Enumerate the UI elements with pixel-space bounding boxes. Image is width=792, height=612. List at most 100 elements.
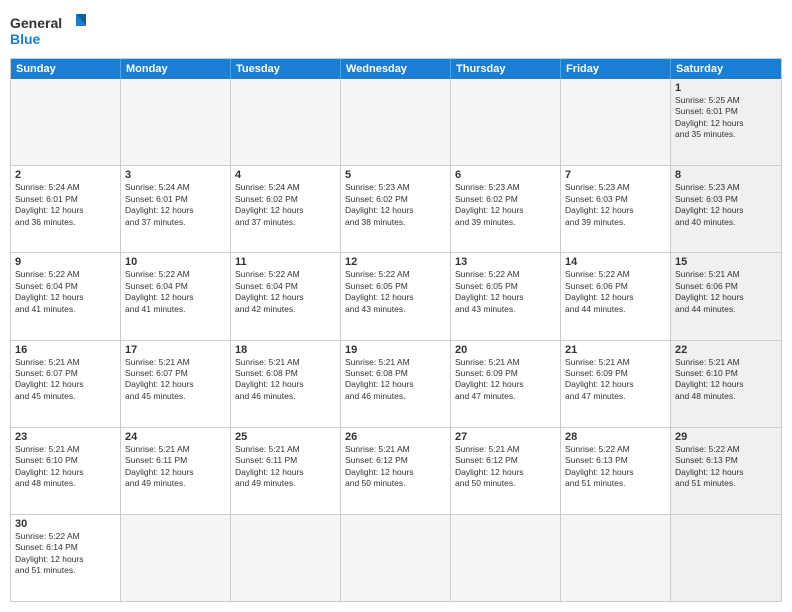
calendar-cell: 5Sunrise: 5:23 AM Sunset: 6:02 PM Daylig…	[341, 166, 451, 252]
weekday-header: Saturday	[671, 59, 781, 79]
calendar-cell: 12Sunrise: 5:22 AM Sunset: 6:05 PM Dayli…	[341, 253, 451, 339]
calendar-cell	[341, 515, 451, 601]
calendar-cell: 13Sunrise: 5:22 AM Sunset: 6:05 PM Dayli…	[451, 253, 561, 339]
calendar-row: 2Sunrise: 5:24 AM Sunset: 6:01 PM Daylig…	[11, 165, 781, 252]
day-number: 16	[15, 344, 116, 356]
day-number: 4	[235, 169, 336, 181]
calendar-cell: 4Sunrise: 5:24 AM Sunset: 6:02 PM Daylig…	[231, 166, 341, 252]
logo: General Blue	[10, 10, 90, 50]
day-info: Sunrise: 5:24 AM Sunset: 6:01 PM Dayligh…	[125, 182, 226, 228]
calendar-cell: 30Sunrise: 5:22 AM Sunset: 6:14 PM Dayli…	[11, 515, 121, 601]
day-info: Sunrise: 5:22 AM Sunset: 6:05 PM Dayligh…	[345, 269, 446, 315]
calendar-cell: 17Sunrise: 5:21 AM Sunset: 6:07 PM Dayli…	[121, 341, 231, 427]
calendar-cell	[121, 515, 231, 601]
calendar-cell: 11Sunrise: 5:22 AM Sunset: 6:04 PM Dayli…	[231, 253, 341, 339]
logo-icon: General Blue	[10, 10, 90, 50]
svg-text:Blue: Blue	[10, 31, 41, 47]
calendar-cell: 6Sunrise: 5:23 AM Sunset: 6:02 PM Daylig…	[451, 166, 561, 252]
day-info: Sunrise: 5:21 AM Sunset: 6:06 PM Dayligh…	[675, 269, 777, 315]
day-info: Sunrise: 5:24 AM Sunset: 6:01 PM Dayligh…	[15, 182, 116, 228]
day-number: 10	[125, 256, 226, 268]
day-info: Sunrise: 5:21 AM Sunset: 6:08 PM Dayligh…	[235, 357, 336, 403]
calendar-cell	[121, 79, 231, 165]
day-info: Sunrise: 5:25 AM Sunset: 6:01 PM Dayligh…	[675, 95, 777, 141]
calendar-cell: 22Sunrise: 5:21 AM Sunset: 6:10 PM Dayli…	[671, 341, 781, 427]
calendar-cell	[451, 515, 561, 601]
calendar-cell: 26Sunrise: 5:21 AM Sunset: 6:12 PM Dayli…	[341, 428, 451, 514]
day-number: 27	[455, 431, 556, 443]
calendar-cell: 19Sunrise: 5:21 AM Sunset: 6:08 PM Dayli…	[341, 341, 451, 427]
day-info: Sunrise: 5:22 AM Sunset: 6:04 PM Dayligh…	[125, 269, 226, 315]
page: General Blue SundayMondayTuesdayWednesda…	[0, 0, 792, 612]
calendar-cell: 15Sunrise: 5:21 AM Sunset: 6:06 PM Dayli…	[671, 253, 781, 339]
day-number: 21	[565, 344, 666, 356]
day-info: Sunrise: 5:21 AM Sunset: 6:07 PM Dayligh…	[125, 357, 226, 403]
calendar-cell: 9Sunrise: 5:22 AM Sunset: 6:04 PM Daylig…	[11, 253, 121, 339]
calendar-cell: 23Sunrise: 5:21 AM Sunset: 6:10 PM Dayli…	[11, 428, 121, 514]
calendar-cell: 2Sunrise: 5:24 AM Sunset: 6:01 PM Daylig…	[11, 166, 121, 252]
calendar-cell: 20Sunrise: 5:21 AM Sunset: 6:09 PM Dayli…	[451, 341, 561, 427]
day-info: Sunrise: 5:21 AM Sunset: 6:09 PM Dayligh…	[565, 357, 666, 403]
calendar-cell: 16Sunrise: 5:21 AM Sunset: 6:07 PM Dayli…	[11, 341, 121, 427]
day-number: 26	[345, 431, 446, 443]
calendar-cell: 1Sunrise: 5:25 AM Sunset: 6:01 PM Daylig…	[671, 79, 781, 165]
day-number: 19	[345, 344, 446, 356]
day-number: 12	[345, 256, 446, 268]
day-info: Sunrise: 5:23 AM Sunset: 6:03 PM Dayligh…	[565, 182, 666, 228]
day-info: Sunrise: 5:22 AM Sunset: 6:06 PM Dayligh…	[565, 269, 666, 315]
calendar-row: 16Sunrise: 5:21 AM Sunset: 6:07 PM Dayli…	[11, 340, 781, 427]
calendar-row: 30Sunrise: 5:22 AM Sunset: 6:14 PM Dayli…	[11, 514, 781, 601]
calendar: SundayMondayTuesdayWednesdayThursdayFrid…	[10, 58, 782, 602]
day-number: 23	[15, 431, 116, 443]
calendar-cell: 14Sunrise: 5:22 AM Sunset: 6:06 PM Dayli…	[561, 253, 671, 339]
day-info: Sunrise: 5:22 AM Sunset: 6:05 PM Dayligh…	[455, 269, 556, 315]
calendar-cell: 3Sunrise: 5:24 AM Sunset: 6:01 PM Daylig…	[121, 166, 231, 252]
calendar-cell	[561, 515, 671, 601]
day-number: 7	[565, 169, 666, 181]
day-info: Sunrise: 5:21 AM Sunset: 6:11 PM Dayligh…	[125, 444, 226, 490]
calendar-cell	[231, 515, 341, 601]
day-number: 24	[125, 431, 226, 443]
day-info: Sunrise: 5:21 AM Sunset: 6:12 PM Dayligh…	[345, 444, 446, 490]
day-number: 14	[565, 256, 666, 268]
day-info: Sunrise: 5:21 AM Sunset: 6:12 PM Dayligh…	[455, 444, 556, 490]
day-number: 28	[565, 431, 666, 443]
calendar-body: 1Sunrise: 5:25 AM Sunset: 6:01 PM Daylig…	[11, 79, 781, 601]
day-info: Sunrise: 5:22 AM Sunset: 6:13 PM Dayligh…	[565, 444, 666, 490]
day-number: 9	[15, 256, 116, 268]
day-info: Sunrise: 5:23 AM Sunset: 6:02 PM Dayligh…	[455, 182, 556, 228]
day-number: 5	[345, 169, 446, 181]
day-info: Sunrise: 5:24 AM Sunset: 6:02 PM Dayligh…	[235, 182, 336, 228]
day-info: Sunrise: 5:23 AM Sunset: 6:03 PM Dayligh…	[675, 182, 777, 228]
day-info: Sunrise: 5:22 AM Sunset: 6:04 PM Dayligh…	[235, 269, 336, 315]
weekday-header: Tuesday	[231, 59, 341, 79]
day-info: Sunrise: 5:21 AM Sunset: 6:10 PM Dayligh…	[675, 357, 777, 403]
day-number: 29	[675, 431, 777, 443]
day-number: 11	[235, 256, 336, 268]
day-info: Sunrise: 5:21 AM Sunset: 6:08 PM Dayligh…	[345, 357, 446, 403]
day-number: 6	[455, 169, 556, 181]
day-number: 2	[15, 169, 116, 181]
calendar-cell: 25Sunrise: 5:21 AM Sunset: 6:11 PM Dayli…	[231, 428, 341, 514]
weekday-header: Monday	[121, 59, 231, 79]
day-info: Sunrise: 5:23 AM Sunset: 6:02 PM Dayligh…	[345, 182, 446, 228]
day-info: Sunrise: 5:21 AM Sunset: 6:11 PM Dayligh…	[235, 444, 336, 490]
svg-text:General: General	[10, 15, 62, 31]
day-info: Sunrise: 5:21 AM Sunset: 6:07 PM Dayligh…	[15, 357, 116, 403]
calendar-cell: 29Sunrise: 5:22 AM Sunset: 6:13 PM Dayli…	[671, 428, 781, 514]
day-number: 18	[235, 344, 336, 356]
calendar-row: 1Sunrise: 5:25 AM Sunset: 6:01 PM Daylig…	[11, 79, 781, 165]
day-number: 22	[675, 344, 777, 356]
calendar-cell: 21Sunrise: 5:21 AM Sunset: 6:09 PM Dayli…	[561, 341, 671, 427]
calendar-cell: 8Sunrise: 5:23 AM Sunset: 6:03 PM Daylig…	[671, 166, 781, 252]
day-info: Sunrise: 5:21 AM Sunset: 6:09 PM Dayligh…	[455, 357, 556, 403]
calendar-cell	[561, 79, 671, 165]
calendar-cell	[341, 79, 451, 165]
day-number: 25	[235, 431, 336, 443]
weekday-header: Wednesday	[341, 59, 451, 79]
header: General Blue	[10, 10, 782, 50]
calendar-cell: 18Sunrise: 5:21 AM Sunset: 6:08 PM Dayli…	[231, 341, 341, 427]
day-number: 8	[675, 169, 777, 181]
calendar-cell	[11, 79, 121, 165]
weekday-header: Sunday	[11, 59, 121, 79]
